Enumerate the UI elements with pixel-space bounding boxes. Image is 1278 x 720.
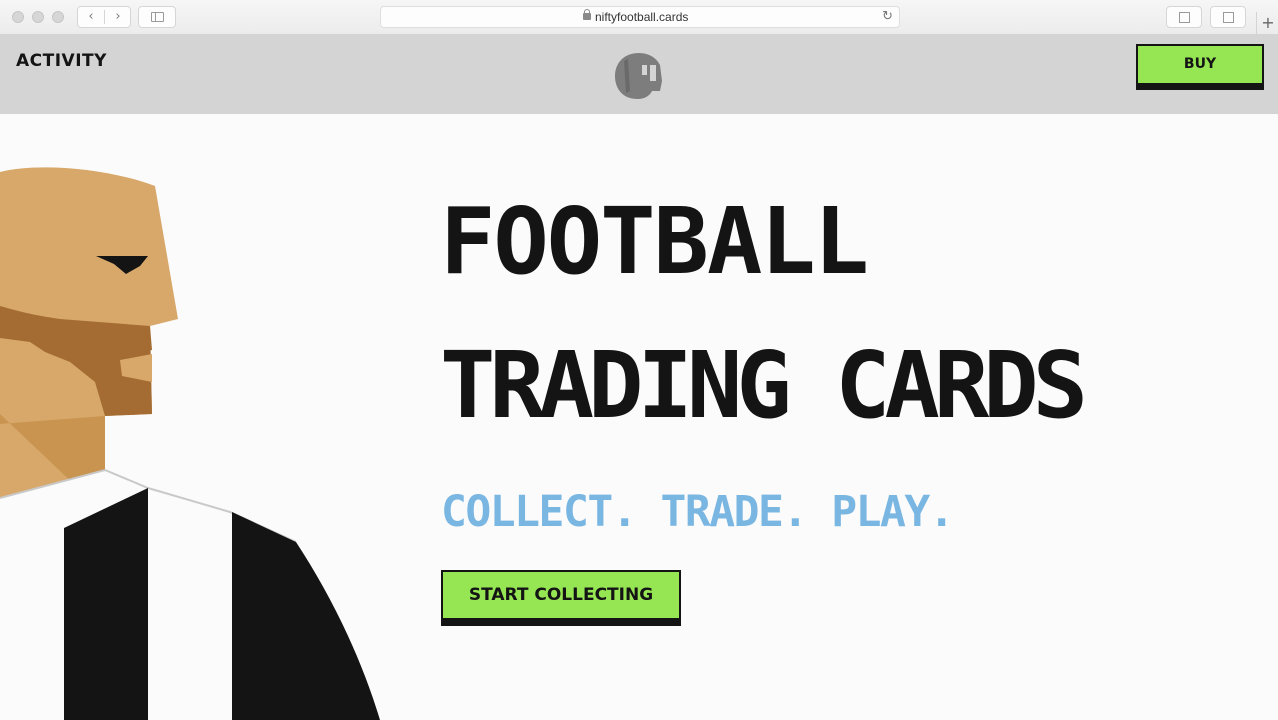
- address-bar[interactable]: niftyfootball.cards ↻: [380, 6, 900, 28]
- url-text: niftyfootball.cards: [595, 10, 689, 24]
- window-zoom-button[interactable]: [52, 11, 64, 23]
- start-collecting-button[interactable]: START COLLECTING: [441, 570, 681, 626]
- show-tabs-button[interactable]: [1210, 6, 1246, 28]
- lock-icon: [583, 9, 591, 20]
- activity-link[interactable]: ACTIVITY: [16, 51, 107, 71]
- plus-icon: +: [1261, 13, 1275, 32]
- back-button[interactable]: ‹: [78, 7, 104, 27]
- hero-headline-line1: FOOTBALL: [440, 188, 869, 295]
- buy-button[interactable]: BUY: [1136, 44, 1264, 90]
- site-header: ACTIVITY BUY: [0, 35, 1278, 114]
- browser-toolbar: ‹ › niftyfootball.cards ↻ +: [0, 0, 1278, 35]
- history-nav: ‹ ›: [77, 6, 131, 28]
- share-button[interactable]: [1166, 6, 1202, 28]
- buy-button-wrap: BUY: [1136, 44, 1264, 90]
- hero-headline-line2: TRADING CARDS: [440, 332, 1088, 439]
- tabs-icon: [1223, 12, 1234, 23]
- hero-tagline: COLLECT. TRADE. PLAY.: [441, 487, 955, 537]
- share-icon: [1179, 12, 1190, 23]
- reload-icon[interactable]: ↻: [882, 9, 893, 24]
- chevron-right-icon: ›: [115, 9, 121, 24]
- helmet-logo-icon[interactable]: [612, 51, 666, 101]
- footballer-illustration: [0, 167, 380, 720]
- sidebar-toggle-button[interactable]: [138, 6, 176, 28]
- forward-button[interactable]: ›: [105, 7, 131, 27]
- window-minimize-button[interactable]: [32, 11, 44, 23]
- window-close-button[interactable]: [12, 11, 24, 23]
- new-tab-button[interactable]: +: [1256, 12, 1278, 35]
- chevron-left-icon: ‹: [88, 9, 94, 24]
- sidebar-icon: [151, 12, 164, 22]
